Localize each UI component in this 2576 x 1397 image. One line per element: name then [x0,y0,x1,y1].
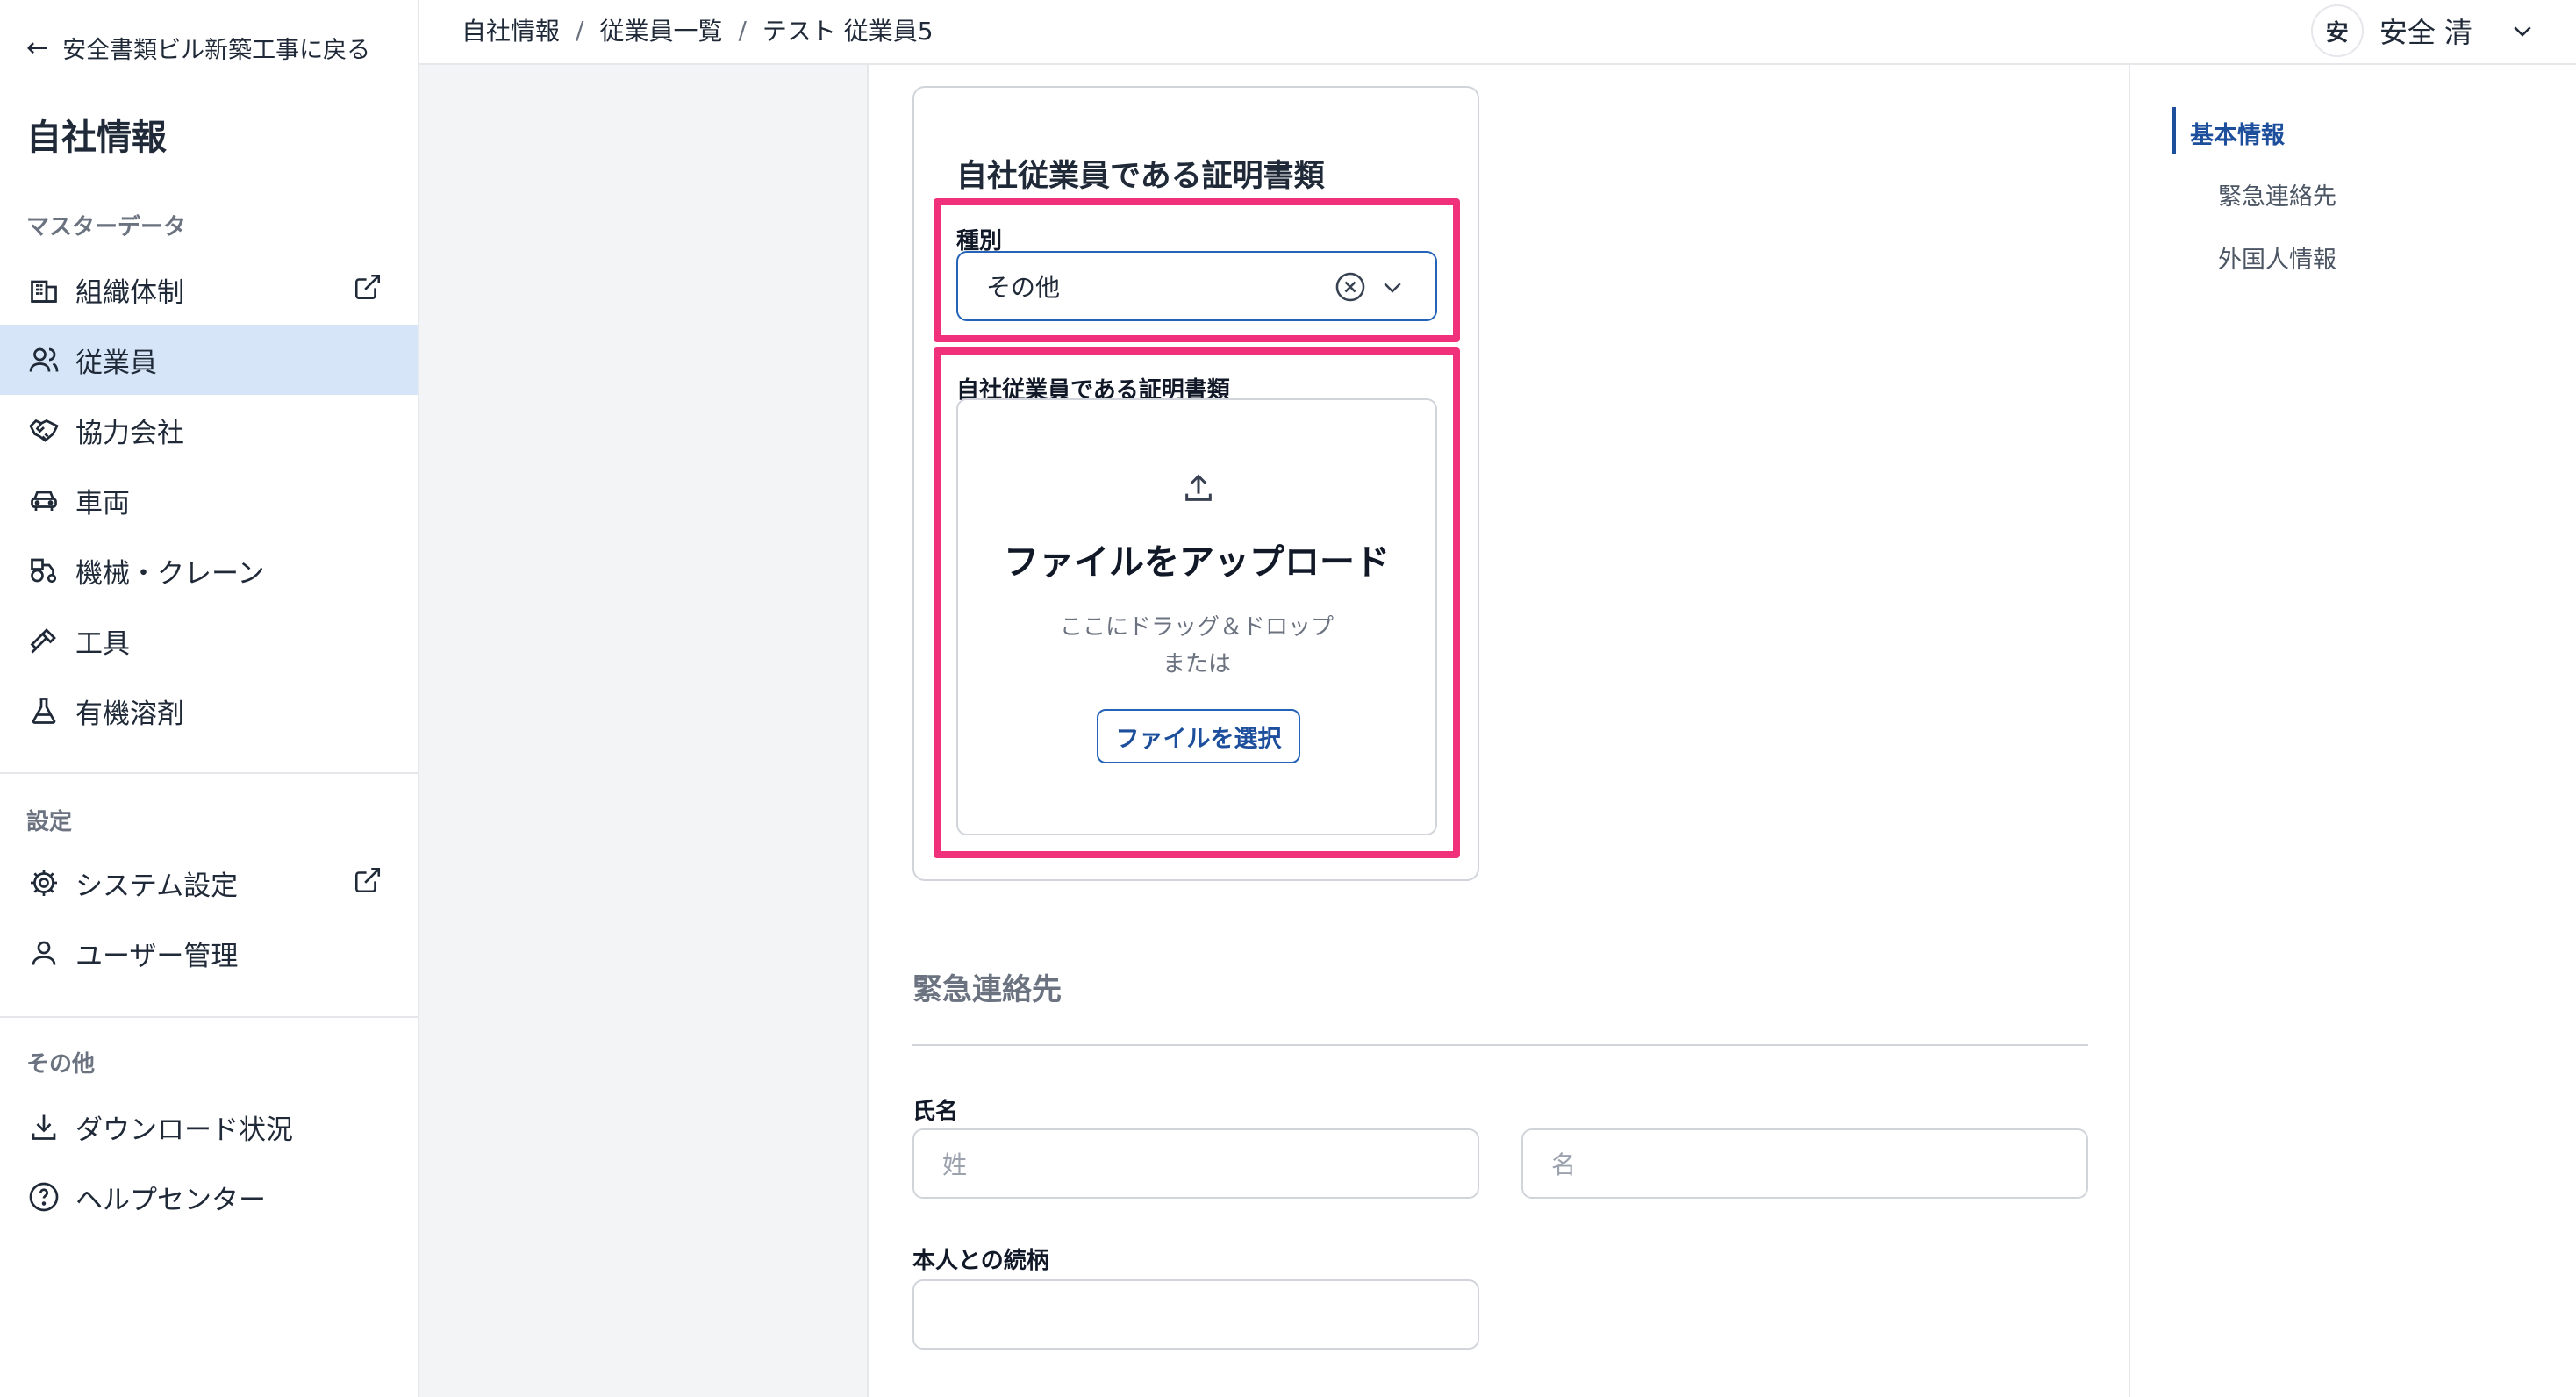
card-title: 自社従業員である証明書類 [956,159,1325,194]
sidebar-item-user-management[interactable]: ユーザー管理 [0,918,418,988]
sidebar-item-label: ダウンロード状況 [75,1114,293,1146]
relation-input[interactable] [912,1279,1479,1350]
sidebar-item-solvents[interactable]: 有機溶剤 [0,676,418,746]
sidebar-item-vehicles[interactable]: 車両 [0,465,418,535]
hammer-icon [26,623,61,658]
sidebar-item-downloads[interactable]: ダウンロード状況 [0,1092,418,1162]
sidebar-item-label: 機械・クレーン [75,557,265,590]
back-link[interactable]: ← 安全書類ビル新築工事に戻る [26,30,370,65]
last-name-input[interactable]: 姓 [912,1128,1479,1199]
section-label-other: その他 [26,1051,96,1078]
chevron-down-icon[interactable] [1379,274,1406,300]
upload-icon [1181,470,1216,505]
help-icon [26,1179,61,1214]
building-icon [26,272,61,307]
sidebar-item-label: ヘルプセンター [75,1184,266,1216]
users-icon [26,342,61,377]
gear-icon [26,865,61,900]
main-content: 自社従業員である証明書類 種別 その他 自社従業員である証明書類 ファイルをアッ… [867,65,2130,1397]
breadcrumb-separator: / [576,15,584,45]
sidebar-item-label: ユーザー管理 [75,940,239,972]
section-label-settings: 設定 [26,809,73,835]
last-name-placeholder: 姓 [942,1150,968,1179]
toc-item-emergency-contact[interactable]: 緊急連絡先 [2218,177,2336,211]
tractor-icon [26,553,61,588]
external-link-icon [353,865,388,900]
handshake-icon [26,412,61,448]
toc-item-basic-info[interactable]: 基本情報 [2190,116,2285,150]
breadcrumb: 自社情報 / 従業員一覧 / テスト 従業員5 [462,12,934,47]
sidebar-item-label: システム設定 [75,870,239,902]
first-name-placeholder: 名 [1551,1150,1577,1179]
user-name: 安全 清 [2379,16,2472,49]
sidebar-item-machinery[interactable]: 機械・クレーン [0,535,418,605]
page-toc: 基本情報 緊急連絡先 外国人情報 [2130,65,2576,1397]
toc-active-indicator [2172,107,2176,154]
sidebar-divider [0,1016,418,1018]
user-menu[interactable]: 安 安全 清 [2310,4,2536,58]
sidebar-item-employees[interactable]: 従業員 [0,325,418,395]
sidebar-item-tools[interactable]: 工具 [0,605,418,676]
upload-title: ファイルをアップロード [1004,542,1390,583]
sidebar-item-organization[interactable]: 組織体制 [0,254,418,325]
breadcrumb-item-current: テスト 従業員5 [762,17,934,46]
sidebar-item-label: 工具 [75,627,130,660]
emergency-contact-heading: 緊急連絡先 [912,972,1062,1007]
sidebar-item-label: 従業員 [75,347,157,379]
sidebar-item-label: 協力会社 [75,417,184,449]
drag-drop-text: ここにドラッグ＆ドロップ [1059,614,1334,641]
sidebar-item-help-center[interactable]: ヘルプセンター [0,1162,418,1232]
sidebar-divider [0,772,418,774]
topbar: 自社情報 / 従業員一覧 / テスト 従業員5 安 安全 清 [419,0,2576,65]
sidebar: ← 安全書類ビル新築工事に戻る 自社情報 マスターデータ 組織体制 従業員 協力… [0,0,419,1397]
or-text: または [1162,651,1231,677]
download-icon [26,1109,61,1144]
name-field-label: 氏名 [912,1099,959,1125]
clear-icon[interactable] [1334,270,1367,304]
chevron-down-icon[interactable] [2509,18,2536,44]
back-link-label: 安全書類ビル新築工事に戻る [62,36,371,64]
sidebar-title: 自社情報 [26,118,167,158]
sidebar-item-partners[interactable]: 協力会社 [0,395,418,465]
breadcrumb-item-company[interactable]: 自社情報 [462,12,560,47]
flask-icon [26,693,61,728]
first-name-input[interactable]: 名 [1521,1128,2088,1199]
arrow-left-icon: ← [26,32,49,63]
sidebar-item-label: 有機溶剤 [75,698,184,730]
section-label-master: マスターデータ [26,214,187,240]
type-select-value: その他 [986,273,1061,302]
car-icon [26,483,61,518]
sidebar-item-label: 組織体制 [75,276,184,309]
user-icon [26,935,61,971]
proof-document-card: 自社従業員である証明書類 種別 その他 自社従業員である証明書類 ファイルをアッ… [912,86,1479,881]
relation-field-label: 本人との続柄 [912,1248,1049,1274]
section-divider [912,1044,2088,1046]
select-file-button[interactable]: ファイルを選択 [1097,709,1300,763]
file-dropzone[interactable]: ファイルをアップロード ここにドラッグ＆ドロップ または ファイルを選択 [956,398,1437,835]
external-link-icon [353,272,388,307]
type-select[interactable]: その他 [956,251,1437,321]
breadcrumb-separator: / [738,15,747,45]
sidebar-item-label: 車両 [75,487,130,519]
toc-item-foreigner-info[interactable]: 外国人情報 [2218,240,2336,275]
breadcrumb-item-employee-list[interactable]: 従業員一覧 [599,12,722,47]
avatar: 安 [2310,4,2364,57]
sidebar-item-system-settings[interactable]: システム設定 [0,848,418,918]
